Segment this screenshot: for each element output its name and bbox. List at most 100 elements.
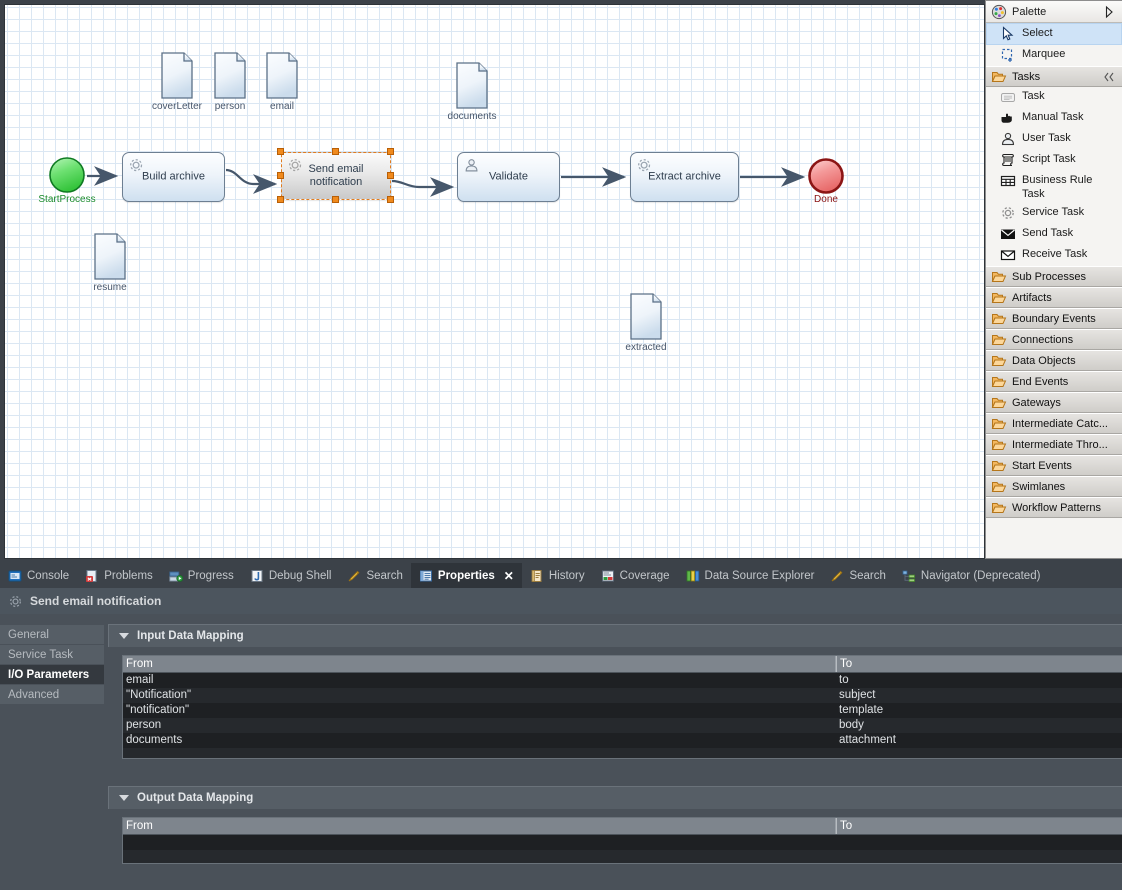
palette-item-script-task[interactable]: Script Task [986, 150, 1122, 171]
palette-drawer-data-objects[interactable]: Data Objects [986, 350, 1122, 371]
output-data-mapping-section: Output Data Mapping From To [108, 786, 1122, 864]
cell-to: attachment [839, 734, 896, 746]
cell-from: documents [126, 734, 183, 746]
tab-label: Console [27, 569, 70, 582]
properties-body: General Service Task I/O Parameters Adva… [0, 614, 1122, 890]
tab-navigator-deprecated[interactable]: Navigator (Deprecated) [894, 563, 1049, 588]
output-mapping-table[interactable]: From To [122, 817, 1122, 864]
tab-search[interactable]: Search [339, 563, 410, 588]
task-send-email-notification[interactable]: Send email notification [281, 152, 391, 200]
palette-drawer-intermediate-catch-events[interactable]: Intermediate Catc... [986, 413, 1122, 434]
column-header-from[interactable]: From [123, 818, 836, 834]
palette-item-service-task[interactable]: Service Task [986, 203, 1122, 224]
output-section-header[interactable]: Output Data Mapping [108, 786, 1122, 809]
task-validate[interactable]: Validate [457, 152, 560, 202]
column-header-to[interactable]: To [836, 818, 1122, 834]
column-header-from[interactable]: From [123, 656, 836, 672]
input-section-header[interactable]: Input Data Mapping [108, 624, 1122, 647]
table-row[interactable]: "Notification" subject [123, 688, 1122, 703]
selection-handle-e[interactable] [387, 172, 394, 179]
palette-drawer-gateways[interactable]: Gateways [986, 392, 1122, 413]
palette-item-receive-task[interactable]: Receive Task [986, 245, 1122, 266]
palette-drawer-boundary-events[interactable]: Boundary Events [986, 308, 1122, 329]
palette-drawer-start-events[interactable]: Start Events [986, 455, 1122, 476]
palette-drawer-artifacts[interactable]: Artifacts [986, 287, 1122, 308]
palette-drawer-sub-processes[interactable]: Sub Processes [986, 266, 1122, 287]
folder-icon [991, 481, 1007, 492]
palette-drawer-label: Swimlanes [1012, 480, 1066, 493]
table-row-empty[interactable] [123, 748, 1122, 758]
palette-drawer-workflow-patterns[interactable]: Workflow Patterns [986, 497, 1122, 518]
palette-item-user-task[interactable]: User Task [986, 129, 1122, 150]
chevron-right-icon[interactable] [1101, 4, 1117, 20]
history-icon [531, 569, 542, 582]
task-label: Send email notification [308, 163, 364, 188]
coverage-icon [601, 570, 614, 581]
table-row[interactable]: email to [123, 673, 1122, 688]
selection-handle-se[interactable] [387, 196, 394, 203]
tab-progress[interactable]: Progress [161, 563, 242, 588]
table-row-empty[interactable] [123, 850, 1122, 863]
folder-icon [991, 271, 1007, 282]
chevron-down-icon[interactable] [119, 795, 129, 801]
palette-drawer-swimlanes[interactable]: Swimlanes [986, 476, 1122, 497]
tab-properties[interactable]: Properties ✕ [410, 563, 522, 588]
tab-search-2[interactable]: Search [822, 563, 893, 588]
bottom-view-stack: Console Problems Progress Debug Shell Se… [0, 563, 1122, 890]
table-row-empty[interactable] [123, 835, 1122, 850]
palette-tool-marquee[interactable]: Marquee [986, 45, 1122, 66]
palette-drawer-end-events[interactable]: End Events [986, 371, 1122, 392]
palette-item-label: Receive Task [1022, 248, 1088, 260]
palette-item-task[interactable]: Task [986, 87, 1122, 108]
bpmn-diagram-canvas[interactable]: coverLetter person email documents resum… [4, 4, 985, 559]
palette-item-label: User Task [1022, 132, 1071, 144]
console-icon [8, 570, 22, 581]
selection-handle-s[interactable] [332, 196, 339, 203]
task-build-archive[interactable]: Build archive [122, 152, 225, 202]
palette-title: Palette [1012, 5, 1047, 18]
palette-item-send-task[interactable]: Send Task [986, 224, 1122, 245]
palette-drawer-tasks[interactable]: Tasks [986, 66, 1122, 87]
table-row[interactable]: "notification" template [123, 703, 1122, 718]
palette-drawer-connections[interactable]: Connections [986, 329, 1122, 350]
cell-from: person [126, 719, 162, 731]
input-mapping-table[interactable]: From To email to "Notification" subject [122, 655, 1122, 759]
tab-debug-shell[interactable]: Debug Shell [242, 563, 340, 588]
selection-handle-w[interactable] [277, 172, 284, 179]
problems-icon [86, 569, 97, 582]
selection-handle-n[interactable] [332, 148, 339, 155]
selection-handle-sw[interactable] [277, 196, 284, 203]
view-tab-bar[interactable]: Console Problems Progress Debug Shell Se… [0, 563, 1122, 588]
table-row[interactable]: person body [123, 718, 1122, 733]
tab-console[interactable]: Console [0, 563, 77, 588]
folder-icon [991, 376, 1007, 387]
tab-problems[interactable]: Problems [77, 563, 161, 588]
selection-handle-ne[interactable] [387, 148, 394, 155]
palette-drawer-intermediate-throw-events[interactable]: Intermediate Thro... [986, 434, 1122, 455]
tab-coverage[interactable]: Coverage [593, 563, 678, 588]
close-icon[interactable]: ✕ [504, 569, 514, 583]
palette-tool-select[interactable]: Select [986, 23, 1122, 45]
table-row[interactable]: documents attachment [123, 733, 1122, 748]
task-extract-archive[interactable]: Extract archive [630, 152, 739, 202]
column-header-to[interactable]: To [836, 656, 1122, 672]
data-source-explorer-icon [686, 570, 699, 581]
prop-tab-general[interactable]: General [0, 625, 104, 645]
palette-item-business-rule-task[interactable]: Business Rule Task [986, 171, 1122, 203]
collapse-icon[interactable] [1101, 69, 1117, 85]
chevron-down-icon[interactable] [119, 633, 129, 639]
service-task-icon [10, 595, 21, 607]
tab-data-source-explorer[interactable]: Data Source Explorer [678, 563, 823, 588]
properties-tab-list[interactable]: General Service Task I/O Parameters Adva… [0, 614, 104, 890]
palette-header[interactable]: Palette [986, 1, 1122, 23]
prop-tab-advanced[interactable]: Advanced [0, 685, 104, 705]
palette-panel[interactable]: Palette Select Marquee Tasks Task Manual… [985, 0, 1122, 559]
cursor-arrow-icon [1002, 26, 1014, 41]
tab-history[interactable]: History [522, 563, 593, 588]
prop-tab-io-parameters[interactable]: I/O Parameters [0, 665, 104, 685]
prop-tab-service-task[interactable]: Service Task [0, 645, 104, 665]
selection-handle-nw[interactable] [277, 148, 284, 155]
palette-item-manual-task[interactable]: Manual Task [986, 108, 1122, 129]
palette-drawer-label: Intermediate Catc... [1012, 417, 1108, 430]
open-folder-icon [991, 71, 1007, 82]
